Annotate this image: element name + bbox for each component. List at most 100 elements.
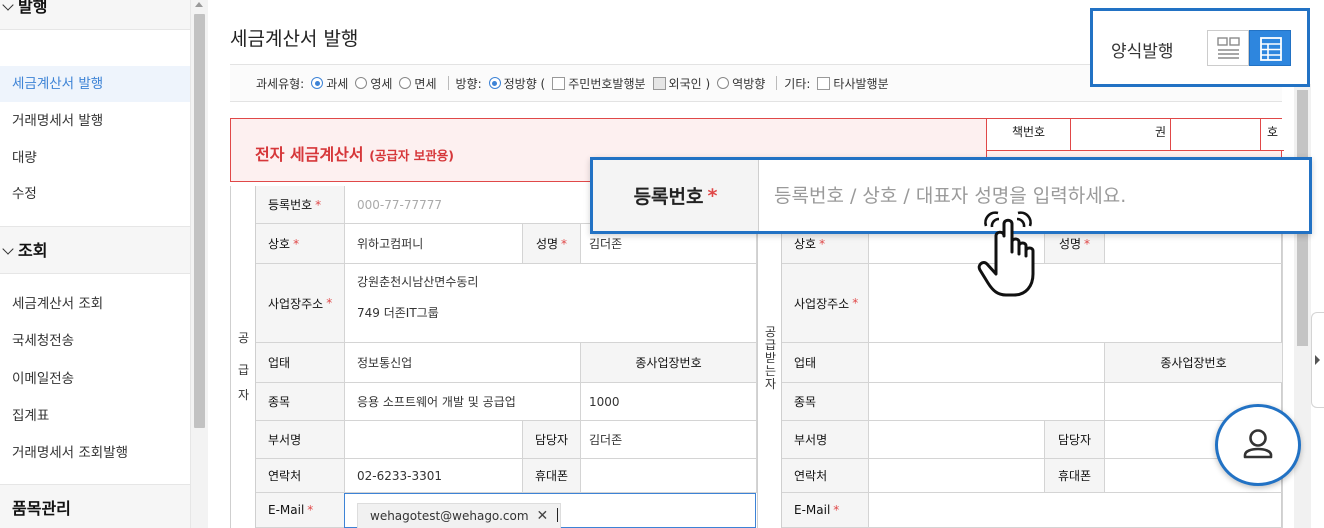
sidebar-section-label: 발행 bbox=[18, 0, 48, 16]
side-panel-toggle[interactable] bbox=[1311, 312, 1324, 408]
label-text: 등록번호 bbox=[268, 198, 313, 212]
supplier-company-field[interactable]: 위하고컴퍼니 bbox=[345, 224, 523, 264]
sidebar-section-query[interactable]: 조회 bbox=[0, 226, 190, 274]
direction-label: 방향: bbox=[455, 76, 482, 91]
checkbox-resident-id[interactable] bbox=[552, 76, 566, 90]
receiver-biz-type-field[interactable] bbox=[869, 343, 1105, 383]
supplier-contact-field[interactable]: 02-6233-3301 bbox=[345, 459, 523, 493]
invoice-title: 전자 세금계산서 (공급자 보관용) bbox=[255, 141, 454, 165]
supplier-manager-value: 김더존 bbox=[589, 433, 623, 447]
user-profile-button[interactable] bbox=[1215, 404, 1301, 486]
chevron-down-icon bbox=[2, 243, 14, 255]
receiver-address-label: 사업장주소 * bbox=[782, 264, 869, 343]
radio-reverse-label[interactable]: 역방향 bbox=[732, 75, 765, 92]
label-text: E-Mail bbox=[268, 503, 305, 517]
supplier-mobile-field[interactable] bbox=[581, 459, 757, 493]
supplier-biz-type-value: 정보통신업 bbox=[357, 356, 413, 370]
sidebar-item-nts-transmit[interactable]: 국세청전송 bbox=[0, 323, 190, 359]
receiver-email-field[interactable] bbox=[869, 493, 1283, 528]
sidebar-item-statement-issue[interactable]: 거래명세서 발행 bbox=[0, 103, 190, 139]
supplier-contact-label: 연락처 bbox=[256, 459, 345, 493]
chevron-right-icon bbox=[1315, 355, 1320, 365]
checkbox-other-issue-label[interactable]: 타사발행분 bbox=[833, 75, 888, 92]
sidebar-scrollbar[interactable] bbox=[190, 0, 208, 528]
radio-forward[interactable] bbox=[488, 77, 501, 89]
label-text: E-Mail bbox=[794, 503, 831, 517]
supplier-biz-type-field[interactable]: 정보통신업 bbox=[345, 343, 581, 383]
volume-label: 권 bbox=[1155, 125, 1167, 139]
form-issue-toggle: 양식발행 bbox=[1090, 8, 1310, 87]
etc-label: 기타: bbox=[784, 76, 811, 91]
number-label: 호 bbox=[1261, 119, 1284, 150]
receiver-contact-field[interactable] bbox=[869, 459, 1045, 493]
radio-forward-label[interactable]: 정방향 ( bbox=[504, 75, 546, 92]
grid-view-icon bbox=[1260, 37, 1282, 61]
sidebar-item-modify[interactable]: 수정 bbox=[0, 176, 190, 212]
supplier-dept-field[interactable] bbox=[345, 421, 523, 459]
supplier-address-line2: 749 더존IT그룹 bbox=[357, 306, 439, 320]
receiver-item-label: 종목 bbox=[782, 383, 869, 421]
volume-input[interactable]: 권 bbox=[1155, 119, 1261, 150]
receiver-address-field[interactable] bbox=[869, 264, 1283, 343]
sidebar-item-bulk[interactable]: 대량 bbox=[0, 140, 190, 176]
form-issue-label: 양식발행 bbox=[1111, 42, 1174, 62]
close-icon[interactable]: ✕ bbox=[537, 508, 549, 524]
supplier-address-line1: 강원춘천시남산면수동리 bbox=[357, 275, 479, 289]
supplier-dept-label: 부서명 bbox=[256, 421, 345, 459]
supplier-item-field[interactable]: 응용 소프트웨어 개발 및 공급업 bbox=[345, 383, 581, 421]
receiver-mobile-label: 휴대폰 bbox=[1045, 459, 1105, 493]
invoice-body: 공 급 자 등록번호 * 000-77-77777 상호 * 위하고컴퍼니 성명 * … bbox=[230, 186, 1283, 528]
radio-zero-rated[interactable] bbox=[355, 77, 368, 89]
checkbox-other-issue[interactable] bbox=[817, 76, 831, 90]
hand-pointer-icon bbox=[977, 211, 1035, 297]
invoice-subtitle: (공급자 보관용) bbox=[369, 148, 454, 163]
label-text: 성명 bbox=[535, 237, 559, 251]
chevron-down-icon bbox=[2, 0, 14, 11]
supplier-branch-field[interactable]: 1000 bbox=[581, 383, 757, 421]
radio-reverse[interactable] bbox=[717, 77, 730, 89]
receiver-biz-type-label: 업태 bbox=[782, 343, 869, 383]
supplier-email-field[interactable]: wehagotest@wehago.com ✕ bbox=[344, 493, 756, 528]
email-chip: wehagotest@wehago.com ✕ bbox=[357, 503, 562, 528]
radio-exempt-label[interactable]: 면세 bbox=[414, 75, 436, 92]
checkbox-foreigner-label[interactable]: 외국인 ) bbox=[669, 75, 711, 92]
radio-zero-rated-label[interactable]: 영세 bbox=[370, 75, 392, 92]
sidebar-item-email-transmit[interactable]: 이메일전송 bbox=[0, 361, 190, 397]
supplier-manager-label: 담당자 bbox=[523, 421, 581, 459]
supplier-manager-field[interactable]: 김더존 bbox=[581, 421, 757, 459]
sidebar-section-items[interactable]: 품목관리 bbox=[0, 484, 190, 528]
document-view-icon bbox=[1217, 37, 1240, 59]
sidebar-item-summary[interactable]: 집계표 bbox=[0, 398, 190, 434]
checkbox-foreigner[interactable] bbox=[652, 76, 666, 90]
divider bbox=[447, 76, 449, 90]
supplier-reg-no-value: 000-77-77777 bbox=[357, 197, 443, 212]
document-view-button[interactable] bbox=[1207, 30, 1249, 66]
required-mark: * bbox=[852, 296, 859, 310]
radio-taxable-label[interactable]: 과세 bbox=[326, 75, 348, 92]
sidebar-item-tax-invoice-issue[interactable]: 세금계산서 발행 bbox=[0, 66, 190, 102]
sidebar-scrollbar-thumb[interactable] bbox=[194, 14, 205, 428]
grid-view-button[interactable] bbox=[1249, 30, 1291, 66]
label-text: 사업장주소 bbox=[794, 296, 850, 311]
sidebar-section-issue[interactable]: 발행 bbox=[0, 0, 190, 30]
radio-exempt[interactable] bbox=[399, 77, 412, 89]
vertical-char: 급 bbox=[237, 363, 250, 377]
sidebar-item-tax-invoice-query[interactable]: 세금계산서 조회 bbox=[0, 286, 190, 322]
receiver-item-field[interactable] bbox=[869, 383, 1105, 421]
receiver-vertical-label: 공 급 받 는 자 bbox=[757, 186, 782, 528]
supplier-email-label: E-Mail * bbox=[256, 493, 345, 528]
required-mark: * bbox=[293, 236, 300, 251]
receiver-dept-field[interactable] bbox=[869, 421, 1045, 459]
supplier-branch-value: 1000 bbox=[589, 394, 620, 409]
radio-taxable[interactable] bbox=[311, 77, 324, 89]
user-icon bbox=[1243, 429, 1273, 459]
vertical-char: 공 bbox=[237, 331, 250, 345]
sidebar-item-statement-query[interactable]: 거래명세서 조회발행 bbox=[0, 435, 190, 471]
checkbox-resident-id-label[interactable]: 주민번호발행분 bbox=[568, 75, 645, 92]
sidebar-section-label: 조회 bbox=[18, 241, 48, 260]
scroll-up-arrow-icon[interactable] bbox=[195, 2, 203, 7]
label-text: 사업장주소 bbox=[268, 296, 324, 311]
supplier-item-label: 종목 bbox=[256, 383, 345, 421]
label-text: 상호 bbox=[268, 237, 291, 251]
supplier-address-field[interactable]: 강원춘천시남산면수동리 749 더존IT그룹 bbox=[345, 264, 757, 343]
